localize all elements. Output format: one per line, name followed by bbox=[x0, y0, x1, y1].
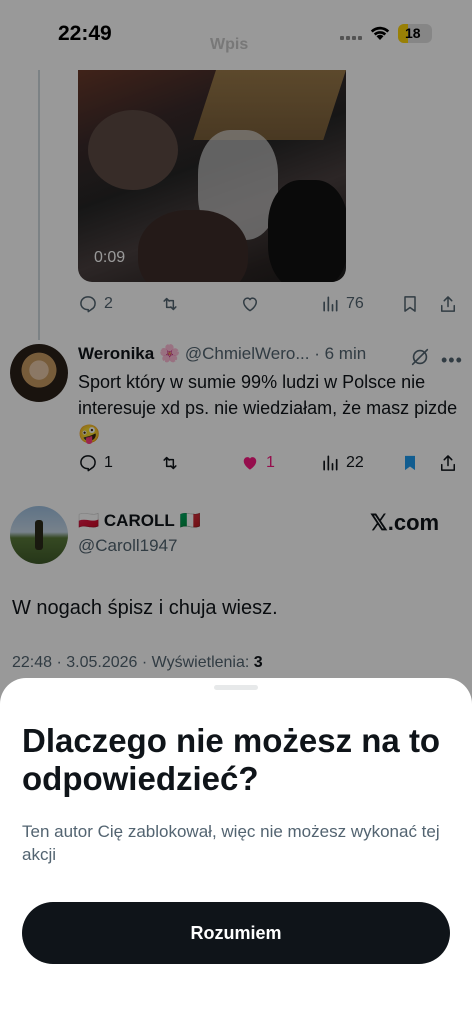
blocked-bottom-sheet: Dlaczego nie możesz na to odpowiedzieć? … bbox=[0, 678, 472, 1024]
understand-button[interactable]: Rozumiem bbox=[22, 902, 450, 964]
sheet-title: Dlaczego nie możesz na to odpowiedzieć? bbox=[22, 722, 441, 797]
sheet-grabber[interactable] bbox=[214, 685, 258, 690]
sheet-description: Ten autor Cię zablokował, więc nie możes… bbox=[22, 822, 440, 864]
